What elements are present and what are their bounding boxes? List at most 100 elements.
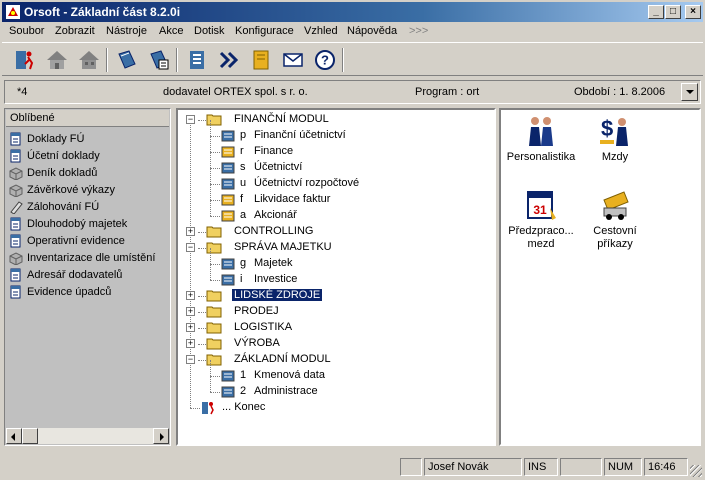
favorites-header: Oblíbené: [6, 110, 169, 127]
tree-expander[interactable]: +: [186, 307, 195, 316]
tree-node-label: Akcionář: [254, 209, 297, 221]
menu-zobrazit[interactable]: Zobrazit: [55, 25, 95, 37]
module-item-icon: [221, 386, 235, 398]
svg-text:31: 31: [533, 203, 547, 217]
tree-node-item[interactable]: p Finanční účetnictví: [178, 120, 494, 144]
tree-line: [210, 216, 220, 217]
module-label: Mzdy: [601, 151, 629, 163]
tree-node-item[interactable]: g Majetek: [178, 248, 494, 272]
tree-node-module[interactable]: + VÝROBA: [178, 336, 494, 352]
toolbar-separator: [176, 48, 178, 72]
tree-line: [210, 152, 220, 153]
tree-node-item[interactable]: s Účetnictví: [178, 152, 494, 176]
tree-expander[interactable]: +: [186, 323, 195, 332]
book-list-icon[interactable]: [146, 47, 172, 73]
close-button[interactable]: ×: [685, 5, 701, 19]
module-personalistika[interactable]: Personalistika: [501, 114, 581, 164]
tree-node-key: r: [240, 145, 244, 157]
tree-expander[interactable]: −: [186, 355, 195, 364]
menu-napoveda[interactable]: Nápověda: [347, 25, 397, 37]
money-icon: $: [600, 116, 628, 146]
minimize-button[interactable]: _: [648, 5, 664, 19]
scroll-thumb[interactable]: [22, 428, 38, 444]
tree-line: [210, 184, 220, 185]
tree-node-item[interactable]: 2 Administrace: [178, 376, 494, 400]
tree-node-module[interactable]: − FINANČNÍ MODUL: [178, 112, 494, 128]
scroll-left-button[interactable]: [6, 428, 22, 444]
tree-line: [198, 344, 206, 345]
help-icon[interactable]: ?: [312, 47, 338, 73]
tree-node-item[interactable]: a Akcionář: [178, 200, 494, 224]
resize-grip[interactable]: [690, 465, 702, 477]
tree-node-module[interactable]: ... Konec: [178, 400, 494, 416]
tree-node-module[interactable]: + CONTROLLING: [178, 224, 494, 240]
tree-node-label: Účetnictví: [254, 161, 303, 173]
tree-line: [210, 200, 220, 201]
favorite-item-label: Účetní doklady: [27, 150, 100, 162]
mail-icon[interactable]: [280, 47, 306, 73]
exit-icon: [202, 402, 214, 415]
tree-node-key: u: [240, 177, 247, 189]
menu-vzhled[interactable]: Vzhled: [304, 25, 338, 37]
module-label: Předzpraco... mezd: [508, 225, 574, 250]
tree-node-label: Účetnictví rozpočtové: [254, 177, 360, 189]
toolbar-separator: [106, 48, 108, 72]
tree-line: [210, 152, 211, 168]
list-icon[interactable]: [184, 47, 210, 73]
fast-forward-icon[interactable]: [216, 47, 242, 73]
car-icon: [603, 191, 629, 220]
folder-icon: [206, 306, 222, 318]
favorite-item-label: Inventarizace dle umístění: [27, 252, 156, 264]
module-cestovni-prikazy[interactable]: Cestovní příkazy: [575, 188, 655, 251]
tree-node-module[interactable]: + LIDSKÉ ZDROJE: [178, 288, 494, 304]
tree-expander[interactable]: −: [186, 115, 195, 124]
tree-node-module[interactable]: + PRODEJ: [178, 304, 494, 320]
home-gray-icon[interactable]: [76, 47, 102, 73]
status-user: Josef Novák: [424, 458, 522, 476]
menu-akce[interactable]: Akce: [159, 25, 183, 37]
tree-node-item[interactable]: i Investice: [178, 264, 494, 288]
tree-expander[interactable]: +: [186, 339, 195, 348]
tree-node-module[interactable]: − ZÁKLADNÍ MODUL: [178, 352, 494, 368]
module-label: Personalistika: [506, 151, 576, 163]
tree-node-label: PRODEJ: [234, 305, 279, 317]
menu-dotisk[interactable]: Dotisk: [194, 25, 225, 37]
tree-node-key: 2: [240, 385, 247, 397]
tree-expander[interactable]: −: [186, 243, 195, 252]
tree-node-item[interactable]: 1 Kmenová data: [178, 360, 494, 384]
notebook-icon[interactable]: [248, 47, 274, 73]
menu-konfigurace[interactable]: Konfigurace: [235, 25, 294, 37]
menu-soubor[interactable]: Soubor: [9, 25, 44, 37]
run-icon[interactable]: [12, 47, 38, 73]
folder-icon: [206, 226, 222, 238]
favorite-item-label: Doklady FÚ: [27, 133, 85, 145]
module-item-icon: [221, 274, 235, 286]
book-icon[interactable]: [114, 47, 140, 73]
module-item-icon: [221, 194, 235, 206]
menu-more[interactable]: >>>: [409, 25, 428, 37]
period-dropdown-button[interactable]: [681, 83, 698, 101]
tree-node-item[interactable]: r Finance: [178, 136, 494, 160]
scroll-right-button[interactable]: [153, 428, 169, 444]
doc-icon: [10, 234, 21, 248]
tree-node-module[interactable]: − SPRÁVA MAJETKU: [178, 240, 494, 256]
home-icon[interactable]: [44, 47, 70, 73]
tree-expander[interactable]: +: [186, 291, 195, 300]
menu-bar: Soubor Zobrazit Nástroje Akce Dotisk Kon…: [2, 22, 703, 42]
info-bar: *4 dodavatel ORTEX spol. s r. o. Program…: [4, 80, 701, 104]
favorites-hscrollbar[interactable]: [6, 428, 169, 444]
tree-expander[interactable]: +: [186, 227, 195, 236]
maximize-button[interactable]: □: [665, 5, 681, 19]
title-bar[interactable]: Orsoft - Základní část 8.2.0i _ □ ×: [2, 2, 703, 22]
period-label: Období : 1. 8.2006: [574, 86, 666, 98]
people-icon: [529, 117, 553, 146]
menu-nastroje[interactable]: Nástroje: [106, 25, 147, 37]
module-item-icon: [221, 370, 235, 382]
module-mzdy[interactable]: $ Mzdy: [575, 114, 655, 164]
tree-node-item[interactable]: u Účetnictví rozpočtové: [178, 168, 494, 192]
tree-node-item[interactable]: f Likvidace faktur: [178, 184, 494, 208]
tree-node-label: ZÁKLADNÍ MODUL: [234, 353, 331, 365]
module-predzpracovani-mezd[interactable]: 31 Předzpraco... mezd: [501, 188, 581, 251]
app-icon: [6, 5, 20, 19]
tree-node-module[interactable]: + LOGISTIKA: [178, 320, 494, 336]
